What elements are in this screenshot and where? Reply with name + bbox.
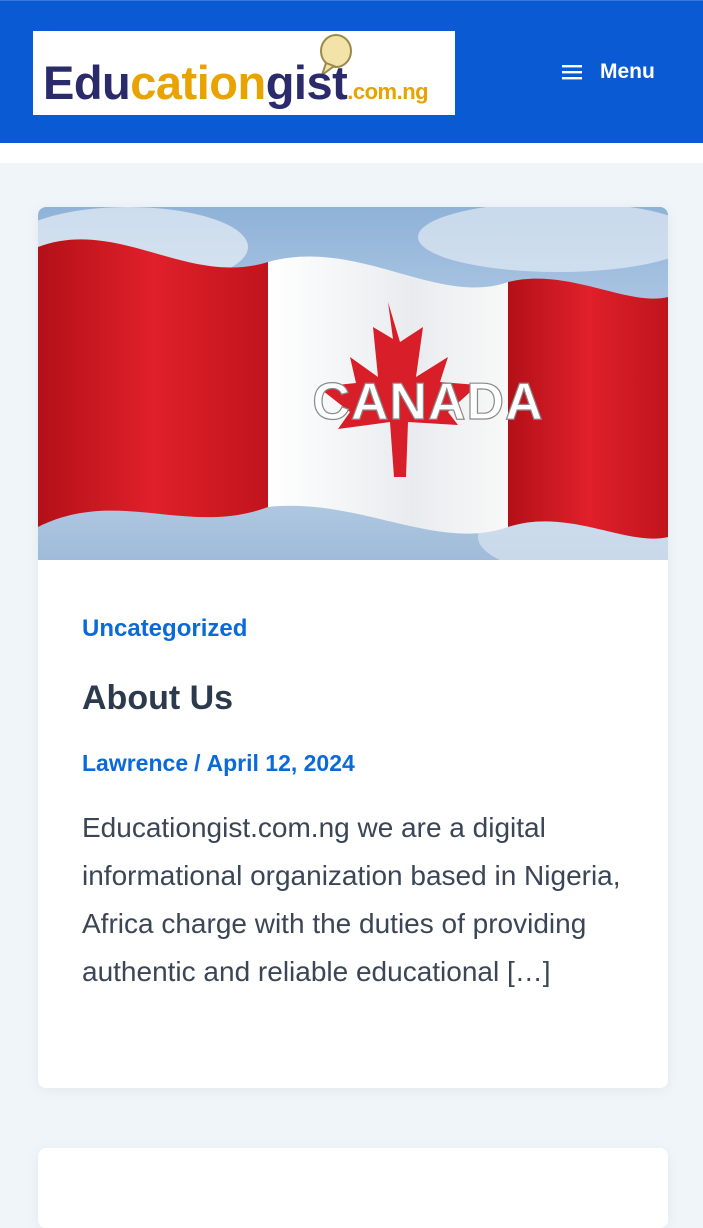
site-header: Educationgist.com.ng Menu: [0, 0, 703, 143]
logo-wordmark: Educationgist.com.ng: [43, 56, 429, 109]
menu-button[interactable]: Menu: [562, 57, 655, 87]
post-category-link[interactable]: Uncategorized: [82, 615, 247, 643]
site-logo[interactable]: Educationgist.com.ng: [33, 31, 455, 115]
post-meta: Lawrence / April 12, 2024: [82, 750, 355, 777]
hamburger-icon: [562, 65, 582, 80]
post-card-next: [38, 1148, 668, 1228]
post-title[interactable]: About Us: [82, 679, 233, 718]
post-date: April 12, 2024: [206, 750, 355, 776]
image-caption-text: CANADA: [312, 373, 543, 431]
post-excerpt: Educationgist.com.ng we are a digital in…: [82, 812, 621, 987]
header-subbar: [0, 143, 703, 163]
post-featured-image[interactable]: CANADA: [38, 207, 668, 560]
post-card: CANADA Uncategorized About Us Lawrence / A…: [38, 207, 668, 1088]
meta-separator: /: [194, 750, 201, 776]
menu-label: Menu: [600, 60, 655, 83]
post-author-link[interactable]: Lawrence: [82, 750, 188, 776]
